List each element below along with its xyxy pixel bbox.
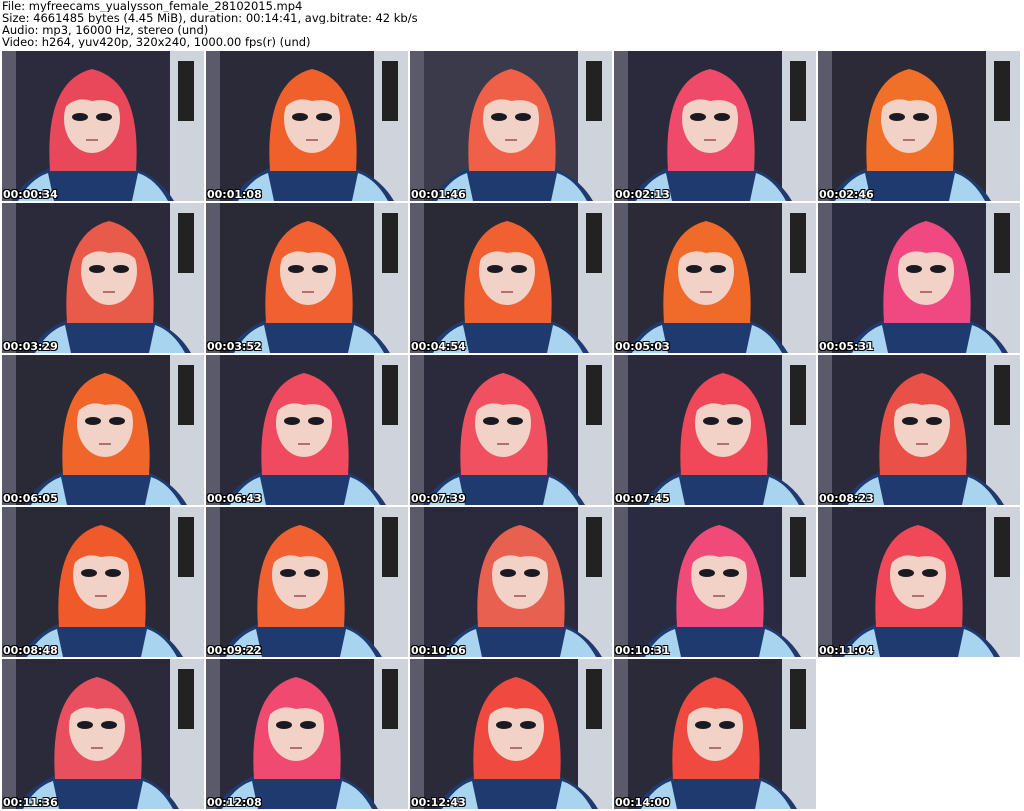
thumbnail-timestamp: 00:14:00 (615, 796, 670, 809)
video-thumbnail[interactable]: 00:07:39 (410, 355, 612, 505)
frame-image (410, 507, 612, 657)
thumbnail-timestamp: 00:05:03 (615, 340, 670, 353)
video-thumbnail[interactable]: 00:12:08 (206, 659, 408, 809)
frame-image (2, 507, 204, 657)
video-thumbnail[interactable]: 00:09:22 (206, 507, 408, 657)
frame-image (206, 507, 408, 657)
video-thumbnail[interactable]: 00:07:45 (614, 355, 816, 505)
thumbnail-timestamp: 00:02:13 (615, 188, 670, 201)
video-thumbnail[interactable]: 00:08:48 (2, 507, 204, 657)
frame-image (614, 507, 816, 657)
frame-image (818, 51, 1020, 201)
video-thumbnail[interactable]: 00:03:29 (2, 203, 204, 353)
frame-image (818, 203, 1020, 353)
frame-image (614, 51, 816, 201)
thumbnail-timestamp: 00:03:52 (207, 340, 262, 353)
thumbnail-timestamp: 00:02:46 (819, 188, 874, 201)
frame-image (614, 659, 816, 809)
video-thumbnail[interactable]: 00:10:06 (410, 507, 612, 657)
video-thumbnail[interactable]: 00:00:34 (2, 51, 204, 201)
thumbnail-timestamp: 00:03:29 (3, 340, 58, 353)
frame-image (410, 203, 612, 353)
thumbnail-timestamp: 00:10:31 (615, 644, 670, 657)
video-thumbnail[interactable]: 00:11:04 (818, 507, 1020, 657)
frame-image (206, 659, 408, 809)
video-thumbnail[interactable]: 00:10:31 (614, 507, 816, 657)
frame-image (818, 355, 1020, 505)
frame-image (2, 659, 204, 809)
frame-image (206, 51, 408, 201)
frame-image (2, 203, 204, 353)
video-thumbnail[interactable]: 00:01:46 (410, 51, 612, 201)
thumbnail-timestamp: 00:12:08 (207, 796, 262, 809)
video-thumbnail[interactable]: 00:14:00 (614, 659, 816, 809)
file-info-header: File: myfreecams_yualysson_female_281020… (2, 0, 1022, 50)
thumbnail-timestamp: 00:01:08 (207, 188, 262, 201)
video-thumbnail[interactable]: 00:06:05 (2, 355, 204, 505)
thumbnail-timestamp: 00:08:23 (819, 492, 874, 505)
thumbnail-timestamp: 00:04:54 (411, 340, 466, 353)
thumbnail-timestamp: 00:11:04 (819, 644, 874, 657)
video-thumbnail[interactable]: 00:12:43 (410, 659, 612, 809)
thumbnail-timestamp: 00:09:22 (207, 644, 262, 657)
thumbnail-timestamp: 00:10:06 (411, 644, 466, 657)
video-thumbnail[interactable]: 00:03:52 (206, 203, 408, 353)
frame-image (206, 355, 408, 505)
video-thumbnail[interactable]: 00:01:08 (206, 51, 408, 201)
file-name-line: File: myfreecams_yualysson_female_281020… (2, 0, 303, 12)
thumbnail-timestamp: 00:06:05 (3, 492, 58, 505)
file-size-line: Size: 4661485 bytes (4.45 MiB), duration… (2, 12, 418, 24)
frame-image (818, 507, 1020, 657)
thumbnail-timestamp: 00:05:31 (819, 340, 874, 353)
video-thumbnail[interactable]: 00:02:46 (818, 51, 1020, 201)
video-thumbnail[interactable]: 00:06:43 (206, 355, 408, 505)
video-thumbnail[interactable]: 00:08:23 (818, 355, 1020, 505)
frame-image (206, 203, 408, 353)
frame-image (2, 355, 204, 505)
frame-image (410, 51, 612, 201)
frame-image (614, 355, 816, 505)
frame-image (2, 51, 204, 201)
thumbnail-timestamp: 00:06:43 (207, 492, 262, 505)
thumbnail-timestamp: 00:00:34 (3, 188, 58, 201)
video-thumbnail[interactable]: 00:05:31 (818, 203, 1020, 353)
video-info-line: Video: h264, yuv420p, 320x240, 1000.00 f… (2, 36, 311, 48)
audio-info-line: Audio: mp3, 16000 Hz, stereo (und) (2, 24, 209, 36)
thumbnail-timestamp: 00:08:48 (3, 644, 58, 657)
video-thumbnail[interactable]: 00:11:36 (2, 659, 204, 809)
thumbnail-timestamp: 00:07:39 (411, 492, 466, 505)
thumbnail-grid: 00:00:34 00:01:08 00:01:46 00:02:13 00:02:46… (2, 51, 1024, 811)
thumbnail-timestamp: 00:12:43 (411, 796, 466, 809)
video-thumbnail[interactable]: 00:05:03 (614, 203, 816, 353)
frame-image (410, 659, 612, 809)
thumbnail-timestamp: 00:07:45 (615, 492, 670, 505)
frame-image (410, 355, 612, 505)
video-thumbnail[interactable]: 00:02:13 (614, 51, 816, 201)
thumbnail-timestamp: 00:11:36 (3, 796, 58, 809)
frame-image (614, 203, 816, 353)
video-thumbnail[interactable]: 00:04:54 (410, 203, 612, 353)
thumbnail-timestamp: 00:01:46 (411, 188, 466, 201)
